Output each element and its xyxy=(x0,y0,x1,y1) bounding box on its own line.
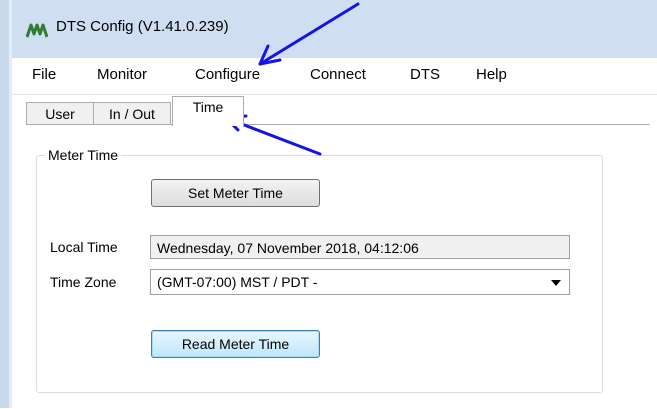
menu-file[interactable]: File xyxy=(32,66,56,83)
tab-strip: User In / Out Time xyxy=(26,96,657,126)
tab-time[interactable]: Time xyxy=(172,96,244,126)
menu-monitor[interactable]: Monitor xyxy=(97,66,147,83)
dropdown-arrow-icon[interactable] xyxy=(551,280,561,286)
time-tab-panel: Meter Time Set Meter Time Local Time Wed… xyxy=(26,124,650,409)
menu-configure[interactable]: Configure xyxy=(195,66,260,83)
time-zone-label: Time Zone xyxy=(50,274,117,290)
menu-help[interactable]: Help xyxy=(476,66,507,83)
menu-bar: File Monitor Configure Connect DTS Help xyxy=(12,58,657,95)
tab-in-out[interactable]: In / Out xyxy=(93,102,171,125)
local-time-label: Local Time xyxy=(50,239,118,255)
menu-dts[interactable]: DTS xyxy=(410,66,440,83)
window-title: DTS Config (V1.41.0.239) xyxy=(56,18,229,35)
menu-connect[interactable]: Connect xyxy=(310,66,366,83)
time-zone-dropdown[interactable]: (GMT-07:00) MST / PDT - xyxy=(150,269,570,295)
meter-time-group-label: Meter Time xyxy=(45,147,122,163)
desktop-edge xyxy=(0,0,17,408)
set-meter-time-button[interactable]: Set Meter Time xyxy=(151,179,320,207)
read-meter-time-button[interactable]: Read Meter Time xyxy=(151,330,320,358)
local-time-field: Wednesday, 07 November 2018, 04:12:06 xyxy=(150,235,570,259)
tab-user[interactable]: User xyxy=(26,102,94,125)
title-bar: DTS Config (V1.41.0.239) xyxy=(12,0,657,58)
app-window: DTS Config (V1.41.0.239) File Monitor Co… xyxy=(12,0,657,409)
time-zone-value: (GMT-07:00) MST / PDT - xyxy=(157,274,318,290)
dts-logo-icon xyxy=(26,23,48,38)
